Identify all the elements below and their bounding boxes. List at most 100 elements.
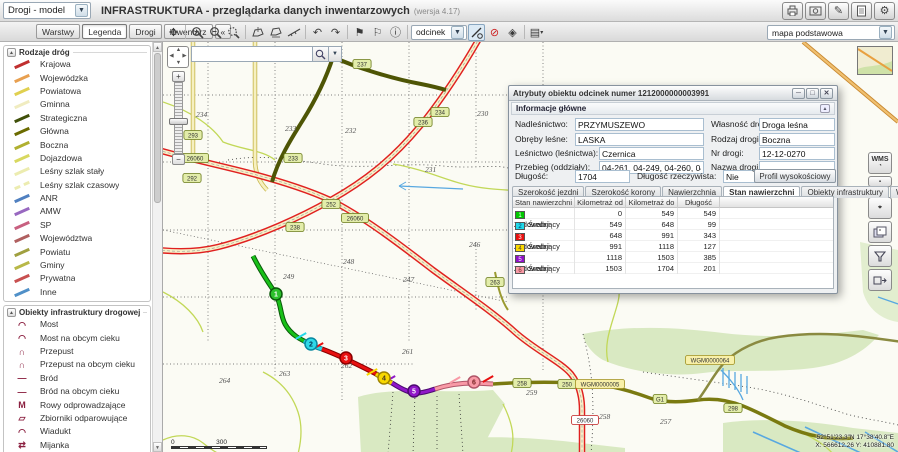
legend-item-label: Zbiorniki odparowujące [40,414,127,423]
basemap-select[interactable]: mapa podstawowa ▼ [767,25,895,40]
route-marker[interactable]: 5 [408,385,420,397]
pan-control[interactable]: ▲ ▼ ◀ ▶ [167,46,189,68]
attributes-dialog[interactable]: Atrybuty obiektu odcinek numer 121200000… [508,85,838,294]
tab-legenda[interactable]: Legenda [82,24,127,39]
table-row[interactable]: 3Zadowalający648991343 [513,230,833,241]
table-row[interactable]: 2Średni54964899 [513,219,833,230]
table-header: Stan nawierzchni Kilometraż od Kilometra… [513,197,833,208]
undo-icon[interactable]: ↶ [309,24,326,41]
table-row[interactable]: 6Średni15031704201 [513,263,833,274]
scroll-up-icon[interactable]: ▲ [153,42,162,52]
route-marker[interactable]: 6 [468,376,480,388]
legend-item-label: Prywatna [40,274,75,283]
rodzaj-field[interactable] [759,133,835,146]
filter-icon[interactable] [868,245,892,267]
pan-left-icon[interactable]: ◀ [168,53,175,60]
print-icon[interactable] [782,2,803,20]
dlugosc-field[interactable] [575,170,630,183]
collapse-section-icon[interactable]: ▲ [820,104,830,113]
info-icon[interactable]: ⓘ [387,24,404,41]
wlasnosc-field[interactable] [759,118,835,131]
minimize-icon[interactable]: ─ [792,88,805,99]
clear-selection-icon[interactable]: ⊘ [486,24,503,41]
nadlesnictwo-field[interactable] [575,118,704,131]
nr-drogi-field[interactable] [759,147,835,160]
zoom-extent-icon[interactable] [225,24,242,41]
zoom-in-button[interactable]: + [172,71,185,82]
lesnictwo-field[interactable] [599,147,704,160]
tab-drogi[interactable]: Drogi [129,24,161,39]
wms-button[interactable]: WMS◔ [868,152,892,174]
window-toolbar: ✎ ⚙ [782,2,895,20]
route-marker[interactable]: 4 [378,372,390,384]
select-by-point-icon[interactable]: ⚐ [369,24,386,41]
measure-area-icon[interactable] [249,24,266,41]
table-row[interactable]: 4Średni9911118127 [513,241,833,252]
sidebar-scrollbar[interactable]: ▲ ▼ [152,42,162,452]
snapshot-icon[interactable] [805,2,826,20]
redo-icon[interactable]: ↷ [327,24,344,41]
select-by-flag-icon[interactable]: ⚑ [351,24,368,41]
field-label: Nr drogi: [711,147,744,160]
legend-item: Dojazdowa [4,152,150,165]
search-options-icon[interactable]: ▼ [329,46,342,62]
zoom-out-icon[interactable] [207,24,224,41]
road-badge: 234 [431,108,449,117]
route-marker[interactable]: 3 [340,352,352,364]
edit-icon[interactable]: ✎ [828,2,849,20]
app-version: (wersja 4.17) [414,7,460,16]
legend-item-label: Bród [40,374,58,383]
scrollbar-thumb[interactable] [154,53,161,203]
pan-right-icon[interactable]: ▶ [181,53,188,60]
toolbar-row: Warstwy Legenda Drogi Inwentarz « ✥ ↶ ↷ … [0,22,898,42]
legend-item-label: Mijanka [40,441,69,450]
svg-text:293: 293 [188,133,199,139]
route-marker[interactable]: 1 [270,288,282,300]
tab-warstwy[interactable]: Warstwy [36,24,80,39]
close-icon[interactable]: ✕ [820,88,833,99]
zoom-slider[interactable]: + − [172,71,185,165]
search-input[interactable] [191,46,313,62]
road-type-swatch [14,248,30,257]
legend-item-label: Przepust na obcym cieku [40,360,135,369]
layers-menu-icon[interactable]: ▤▾ [528,24,545,41]
table-row[interactable]: 5Zadowalający11181503385 [513,252,833,263]
settings-icon[interactable]: ⚙ [874,2,895,20]
dialog-tab[interactable]: Węzeł [890,186,898,198]
draw-segment-icon[interactable] [468,24,485,41]
maximize-icon[interactable]: □ [806,88,819,99]
feature-type-select[interactable]: odcinek ▼ [411,25,467,40]
scroll-down-icon[interactable]: ▼ [153,442,162,452]
measure-distance-icon[interactable] [285,24,302,41]
compartment-number: 263 [279,369,291,378]
measure-area-alt-icon[interactable] [267,24,284,41]
zoom-handle[interactable] [169,118,188,125]
legend-group-infrastructure: ▲ Obiekty infrastruktury drogowej ◠Most◠… [3,305,151,452]
obreby-field[interactable] [575,133,704,146]
route-marker[interactable]: 2 [305,338,317,350]
road-type-swatch [14,288,30,297]
export-icon[interactable] [868,269,892,291]
dialog-titlebar[interactable]: Atrybuty obiektu odcinek numer 121200000… [509,86,837,101]
basemap-gallery-icon[interactable] [868,221,892,243]
segment-color-swatch: 4 [515,244,525,252]
collapse-group-icon[interactable]: ▲ [7,48,16,57]
surface-state-panel: Stan nawierzchni Kilometraż od Kilometra… [512,196,834,289]
legend-item-label: Dojazdowa [40,154,82,163]
collapse-group-icon[interactable]: ▲ [7,308,16,317]
locate-icon[interactable]: ⌖ [868,197,892,219]
search-icon[interactable] [313,46,329,62]
profile-button[interactable]: Profil wysokościowy [754,169,836,183]
table-row[interactable]: 1Zadowalający0549549 [513,208,833,219]
center-map-icon[interactable]: ◈ [504,24,521,41]
zoom-in-icon[interactable] [189,24,206,41]
pan-tool-icon[interactable]: ✥ [165,24,182,41]
overview-map[interactable] [857,46,893,75]
svg-text:233: 233 [288,156,299,162]
route-markers[interactable]: 1 2 3 4 5 6 [270,288,480,397]
report-icon[interactable] [851,2,872,20]
legend-item-label: Bród na obcym cieku [40,387,119,396]
model-select[interactable]: Drogi - model ▼ [3,2,91,19]
zoom-out-button[interactable]: − [172,154,185,165]
pan-down-icon[interactable]: ▼ [175,60,182,67]
